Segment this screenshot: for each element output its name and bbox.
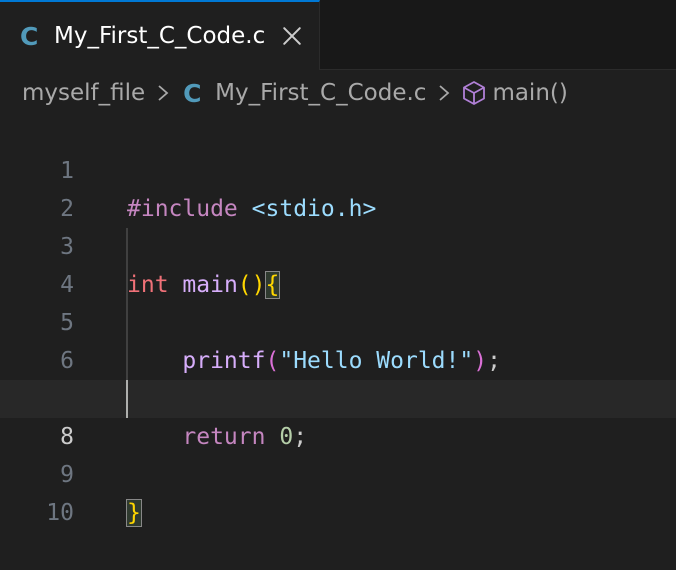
method-cube-icon [463, 81, 486, 105]
code-line[interactable]: 1 #include <stdio.h> [0, 114, 676, 222]
breadcrumb-file-label: My_First_C_Code.c [215, 80, 427, 106]
code-line-current[interactable]: 8 [0, 380, 676, 450]
code-line[interactable]: 2 [0, 152, 676, 222]
code-line[interactable]: 3 int main(){ [0, 190, 676, 299]
breadcrumb-file[interactable]: C My_First_C_Code.c [179, 79, 426, 108]
code-editor[interactable]: 1 #include <stdio.h> 2 3 int main(){ 4 5… [0, 114, 676, 528]
indent-guide [126, 228, 128, 380]
code-line[interactable]: 9 } [0, 418, 676, 527]
chevron-right-icon [158, 85, 169, 101]
breadcrumb: myself_file C My_First_C_Code.c main() [0, 70, 676, 116]
tab-bar: C My_First_C_Code.c [0, 0, 676, 70]
tab-my-first-c-code[interactable]: C My_First_C_Code.c [0, 0, 320, 70]
close-icon[interactable] [281, 25, 303, 47]
breadcrumb-symbol[interactable]: main() [460, 79, 568, 107]
line-number: 10 [46, 500, 74, 526]
c-file-icon: C [20, 21, 39, 51]
breadcrumb-symbol-label: main() [492, 80, 568, 106]
line-content: } [126, 499, 142, 527]
breadcrumb-folder[interactable]: myself_file [22, 80, 145, 106]
text-cursor [126, 380, 128, 418]
code-line[interactable]: 4 [0, 228, 676, 298]
code-line[interactable]: 7 return 0; [0, 342, 676, 450]
tab-label: My_First_C_Code.c [54, 23, 266, 49]
code-line[interactable]: 5 printf("Hello World!"); [0, 266, 676, 374]
code-line[interactable]: 10 [0, 456, 676, 526]
c-file-icon: C [183, 78, 202, 108]
chevron-right-icon [439, 85, 450, 101]
code-line[interactable]: 6 [0, 304, 676, 374]
